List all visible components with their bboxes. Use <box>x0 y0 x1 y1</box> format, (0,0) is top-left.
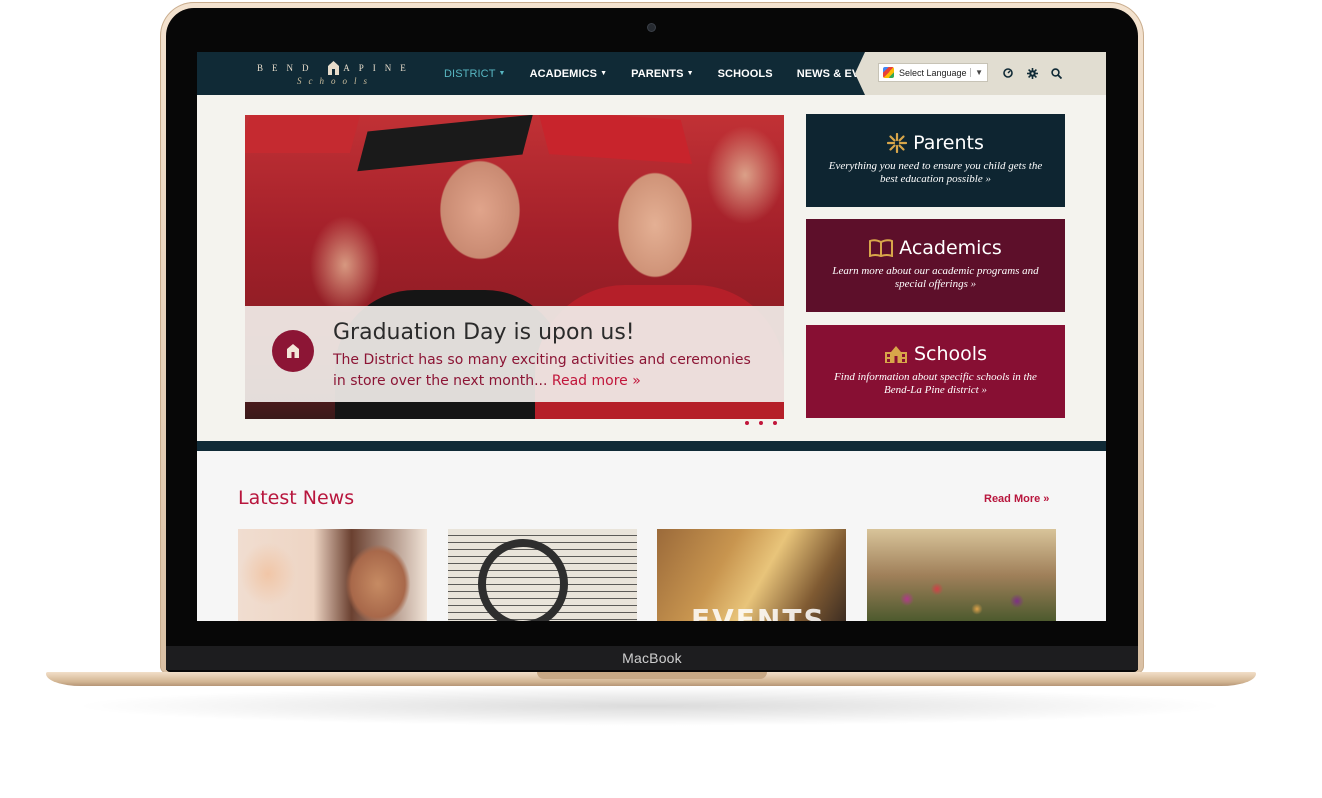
logo-sub-text: Schools <box>297 76 374 86</box>
school-badge-icon <box>272 330 314 372</box>
nav-item-academics[interactable]: ACADEMICS ▼ <box>518 68 620 80</box>
tile-title: Schools <box>914 343 987 365</box>
top-nav: BEND LAPINE Schools DISTRICT ▼ ACADEMICS ▼… <box>197 52 1106 95</box>
nav-item-label: DISTRICT <box>444 67 496 80</box>
camera-icon <box>648 24 655 31</box>
tile-desc: Everything you need to ensure you child … <box>828 160 1043 185</box>
nav-item-district[interactable]: DISTRICT ▼ <box>432 68 518 80</box>
language-select-value: Select Language <box>899 67 967 78</box>
school-building-icon <box>885 346 907 363</box>
nav-item-label: SCHOOLS <box>717 67 773 80</box>
news-thumb-students[interactable] <box>238 529 427 621</box>
hero-title: Graduation Day is upon us! <box>333 320 635 345</box>
gear-icon[interactable] <box>1025 66 1039 80</box>
grad-cap-shape <box>537 115 693 164</box>
dropdown-arrow-icon: ▼ <box>970 68 983 77</box>
events-label: EVENTS <box>691 603 826 621</box>
news-thumb-events[interactable]: EVENTS <box>657 529 846 621</box>
nav-item-schools[interactable]: SCHOOLS <box>706 68 785 80</box>
slider-dot[interactable] <box>745 421 749 425</box>
slider-dots <box>745 421 777 425</box>
tile-title: Parents <box>913 132 984 154</box>
section-divider <box>197 441 1106 451</box>
language-select[interactable]: Select Language ▼ <box>878 63 988 82</box>
tile-academics[interactable]: Academics Learn more about our academic … <box>806 219 1065 312</box>
caret-down-icon: ▼ <box>498 70 506 78</box>
dashboard-icon[interactable] <box>1001 66 1015 80</box>
website-screen: BEND LAPINE Schools DISTRICT ▼ ACADEMICS ▼… <box>197 52 1106 621</box>
news-thumb-flowers[interactable] <box>867 529 1056 621</box>
grad-cap-shape <box>357 115 533 172</box>
news-heading: Latest News <box>238 487 355 509</box>
tile-schools[interactable]: Schools Find information about specific … <box>806 325 1065 418</box>
tile-parents[interactable]: Parents Everything you need to ensure yo… <box>806 114 1065 207</box>
google-translate-icon <box>883 67 894 78</box>
latest-news-section: Latest News Read More » EVENTS <box>197 451 1106 621</box>
headphones-shape <box>478 539 568 621</box>
hero-caption: Graduation Day is upon us! The District … <box>245 306 784 402</box>
hero-slider[interactable]: Graduation Day is upon us! The District … <box>245 115 784 419</box>
site-logo[interactable]: BEND LAPINE Schools <box>257 61 427 89</box>
caret-down-icon: ▼ <box>686 70 694 78</box>
tile-title: Academics <box>899 237 1002 259</box>
book-icon <box>869 239 894 257</box>
hero-body-text: The District has so many exciting activi… <box>333 352 751 389</box>
nav-item-label: PARENTS <box>631 67 684 80</box>
hero-body: The District has so many exciting activi… <box>333 350 763 392</box>
tile-desc: Learn more about our academic programs a… <box>832 265 1039 290</box>
news-thumb-music[interactable] <box>448 529 637 621</box>
laptop-brand-bar: MacBook <box>166 646 1138 670</box>
main-menu: DISTRICT ▼ ACADEMICS ▼ PARENTS ▼ SCHOOLS NE… <box>432 52 911 95</box>
search-icon[interactable] <box>1049 66 1063 80</box>
slider-dot[interactable] <box>773 421 777 425</box>
device-label: MacBook <box>622 650 682 666</box>
tile-desc: Find information about specific schools … <box>834 371 1037 396</box>
nav-item-parents[interactable]: PARENTS ▼ <box>619 68 705 80</box>
schoolhouse-icon <box>328 61 339 75</box>
caret-down-icon: ▼ <box>600 70 608 78</box>
laptop-notch <box>537 672 767 679</box>
grad-cap-shape <box>245 115 361 153</box>
laptop-shadow <box>70 686 1230 726</box>
hero-read-more-link[interactable]: Read more » <box>552 373 641 389</box>
nav-item-label: ACADEMICS <box>529 67 598 80</box>
slider-dot[interactable] <box>759 421 763 425</box>
sunburst-icon <box>887 133 908 153</box>
news-read-more-link[interactable]: Read More » <box>984 493 1049 505</box>
